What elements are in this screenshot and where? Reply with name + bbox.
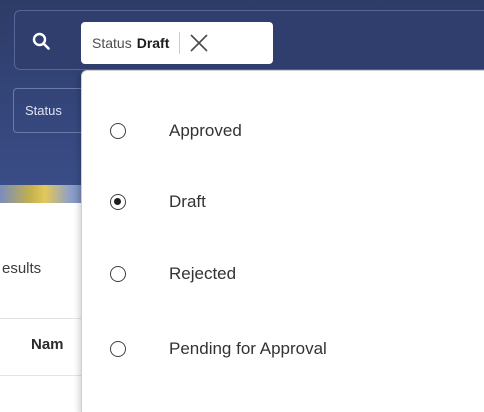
chip-value: Draft: [136, 35, 170, 51]
option-draft[interactable]: Draft: [82, 172, 484, 232]
chip-divider: [179, 32, 181, 54]
status-dropdown: Approved Draft Rejected Pending for Appr…: [81, 70, 484, 412]
column-header-name[interactable]: Nam: [31, 336, 64, 353]
option-label: Draft: [169, 192, 206, 211]
status-filter-label: Status: [25, 103, 62, 118]
option-label: Rejected: [169, 264, 237, 283]
option-rejected[interactable]: Rejected: [82, 244, 484, 304]
results-label: esults: [2, 260, 42, 277]
radio-approved[interactable]: [110, 123, 126, 139]
close-icon[interactable]: [189, 33, 209, 53]
radio-pending-for-approval[interactable]: [110, 341, 126, 357]
radio-draft[interactable]: [110, 194, 126, 210]
search-icon[interactable]: [32, 32, 50, 50]
option-approved[interactable]: Approved: [82, 101, 484, 161]
radio-rejected[interactable]: [110, 266, 126, 282]
chip-label: Status: [92, 35, 132, 51]
option-label: Pending for Approval: [169, 339, 327, 358]
option-pending-for-approval[interactable]: Pending for Approval: [82, 319, 484, 379]
status-filter-chip[interactable]: Status Draft: [81, 22, 273, 64]
option-label: Approved: [169, 121, 242, 140]
